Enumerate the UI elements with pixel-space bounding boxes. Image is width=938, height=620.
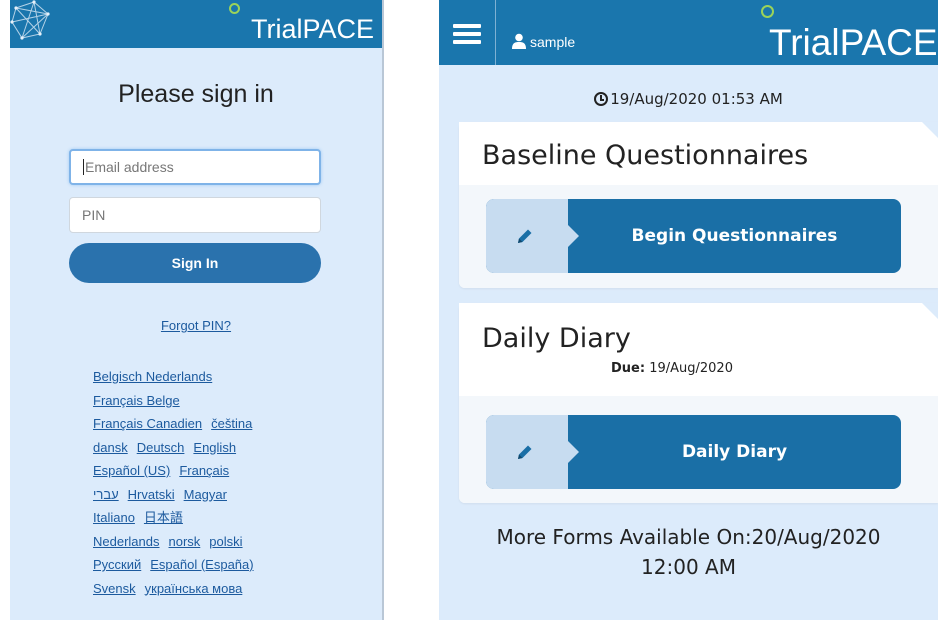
language-link[interactable]: Français Canadien	[93, 416, 202, 431]
language-link[interactable]: Belgisch Nederlands	[93, 369, 212, 384]
begin-questionnaires-button[interactable]: Begin Questionnaires	[486, 199, 901, 273]
language-row: Italiano 日本語	[93, 506, 353, 530]
language-row: Français Canadien čeština	[93, 412, 353, 436]
language-link[interactable]: Svensk	[93, 581, 136, 596]
signin-header: TrialPACE	[10, 0, 382, 48]
language-row: Belgisch Nederlands	[93, 365, 353, 389]
language-link[interactable]: Русский	[93, 557, 141, 572]
sign-in-button[interactable]: Sign In	[69, 243, 321, 283]
user-name[interactable]: sample	[530, 34, 575, 50]
text-caret	[83, 159, 84, 175]
language-link[interactable]: Español (España)	[150, 557, 253, 572]
daily-diary-button[interactable]: Daily Diary	[486, 415, 901, 489]
email-placeholder: Email address	[85, 159, 174, 175]
current-timestamp: 19/Aug/2020 01:53 AM	[439, 90, 938, 108]
app-logo: TrialPACE	[250, 14, 374, 44]
language-link[interactable]: Français Belge	[93, 393, 180, 408]
language-row: Español (US) Français	[93, 459, 353, 483]
language-link[interactable]: Français	[179, 463, 229, 478]
app-logo: TrialPACE	[769, 22, 938, 63]
due-date: Due: 19/Aug/2020	[611, 361, 733, 376]
dashboard-header: sample TrialPACE	[439, 0, 938, 65]
language-row: Nederlands norsk polski	[93, 530, 353, 554]
network-mesh-icon	[10, 0, 50, 40]
language-link[interactable]: עברי	[93, 487, 119, 502]
language-link[interactable]: 日本語	[144, 510, 183, 525]
clock-icon	[594, 92, 609, 106]
language-link[interactable]: Italiano	[93, 510, 135, 525]
user-icon	[512, 33, 526, 49]
language-row: Français Belge	[93, 389, 353, 413]
button-label: Daily Diary	[681, 442, 788, 462]
daily-diary-card: Daily Diary Due: 19/Aug/2020 Daily Diary	[459, 303, 938, 503]
pencil-icon	[518, 445, 532, 459]
page-title: Please sign in	[118, 80, 274, 108]
logo-dot-icon	[229, 3, 240, 14]
baseline-questionnaires-card: Baseline Questionnaires Begin Questionna…	[459, 122, 938, 288]
language-link[interactable]: Deutsch	[137, 440, 185, 455]
language-link[interactable]: polski	[209, 534, 242, 549]
language-link[interactable]: čeština	[211, 416, 252, 431]
pencil-icon	[518, 229, 532, 243]
forgot-pin-link[interactable]: Forgot PIN?	[10, 318, 382, 333]
button-label: Begin Questionnaires	[631, 226, 838, 246]
dashboard-panel: sample TrialPACE 19/Aug/2020 01:53 AM Ba…	[439, 0, 938, 620]
language-row: עברי Hrvatski Magyar	[93, 483, 353, 507]
language-row: Русский Español (España)	[93, 553, 353, 577]
card-title: Baseline Questionnaires	[482, 140, 809, 171]
signin-panel: TrialPACE Please sign in Email address P…	[10, 0, 384, 620]
language-row: Svensk українська мова	[93, 577, 353, 601]
menu-button[interactable]	[439, 0, 496, 65]
language-link[interactable]: Magyar	[184, 487, 227, 502]
pin-field[interactable]: PIN	[69, 197, 321, 233]
language-link[interactable]: English	[193, 440, 236, 455]
more-forms-notice: More Forms Available On:20/Aug/2020 12:0…	[496, 525, 881, 579]
language-link[interactable]: dansk	[93, 440, 128, 455]
language-list: Belgisch Nederlands Français Belge Françai…	[93, 365, 353, 600]
card-title: Daily Diary	[482, 323, 631, 354]
pin-placeholder: PIN	[82, 207, 106, 223]
language-link[interactable]: norsk	[169, 534, 201, 549]
email-field[interactable]: Email address	[69, 149, 321, 185]
language-link[interactable]: Nederlands	[93, 534, 160, 549]
language-link[interactable]: Hrvatski	[128, 487, 175, 502]
language-link[interactable]: українська мова	[145, 581, 243, 596]
language-link[interactable]: Español (US)	[93, 463, 170, 478]
logo-dot-icon	[761, 5, 774, 18]
language-row: dansk Deutsch English	[93, 436, 353, 460]
